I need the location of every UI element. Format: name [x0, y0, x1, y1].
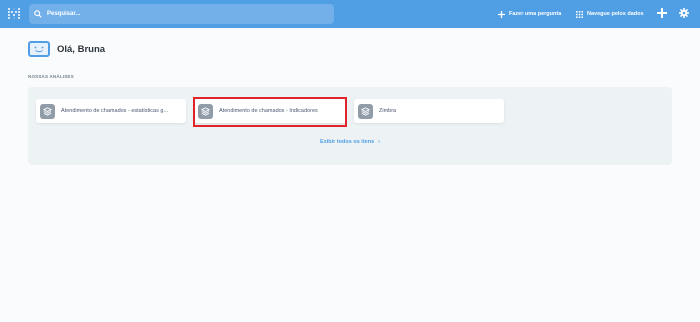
collection-stack-icon — [358, 103, 373, 119]
collection-card[interactable]: Atendimento de chamados - estatísticas g… — [36, 99, 186, 123]
gear-icon[interactable] — [679, 8, 689, 18]
search-input[interactable]: Pesquisar... — [47, 11, 80, 17]
greeting: Olá, Bruna — [28, 41, 105, 57]
view-all-label: Exibir todos os itens — [320, 139, 375, 145]
metabase-logo-icon[interactable] — [7, 7, 21, 21]
greeting-text: Olá, Bruna — [57, 43, 106, 55]
new-plus-icon[interactable] — [657, 8, 667, 18]
bot-face-icon — [28, 41, 50, 57]
plus-icon — [498, 10, 505, 18]
highlight-box — [193, 97, 347, 127]
collection-stack-icon — [40, 103, 55, 119]
collection-label: Atendimento de chamados - estatísticas g… — [61, 108, 169, 114]
ask-question-label: Fazer uma pergunta — [509, 11, 562, 17]
top-nav: Pesquisar... Fazer uma pergunta Navegue … — [0, 0, 700, 28]
section-title: NOSSAS ANÁLISES — [28, 74, 74, 79]
collections-panel: Atendimento de chamados - estatísticas g… — [28, 87, 672, 165]
browse-data-label: Navegue pelos dados — [587, 11, 644, 17]
view-all-link[interactable]: Exibir todos os itens › — [28, 139, 672, 145]
chevron-right-icon: › — [378, 139, 380, 145]
search-icon — [34, 10, 42, 18]
grid-icon — [576, 10, 583, 18]
collection-label: Zimbra — [379, 108, 397, 114]
ask-question-button[interactable]: Fazer uma pergunta — [498, 0, 561, 28]
search-bar[interactable]: Pesquisar... — [29, 4, 334, 24]
collection-card[interactable]: Zimbra — [354, 99, 504, 123]
browse-data-button[interactable]: Navegue pelos dados — [576, 0, 644, 28]
